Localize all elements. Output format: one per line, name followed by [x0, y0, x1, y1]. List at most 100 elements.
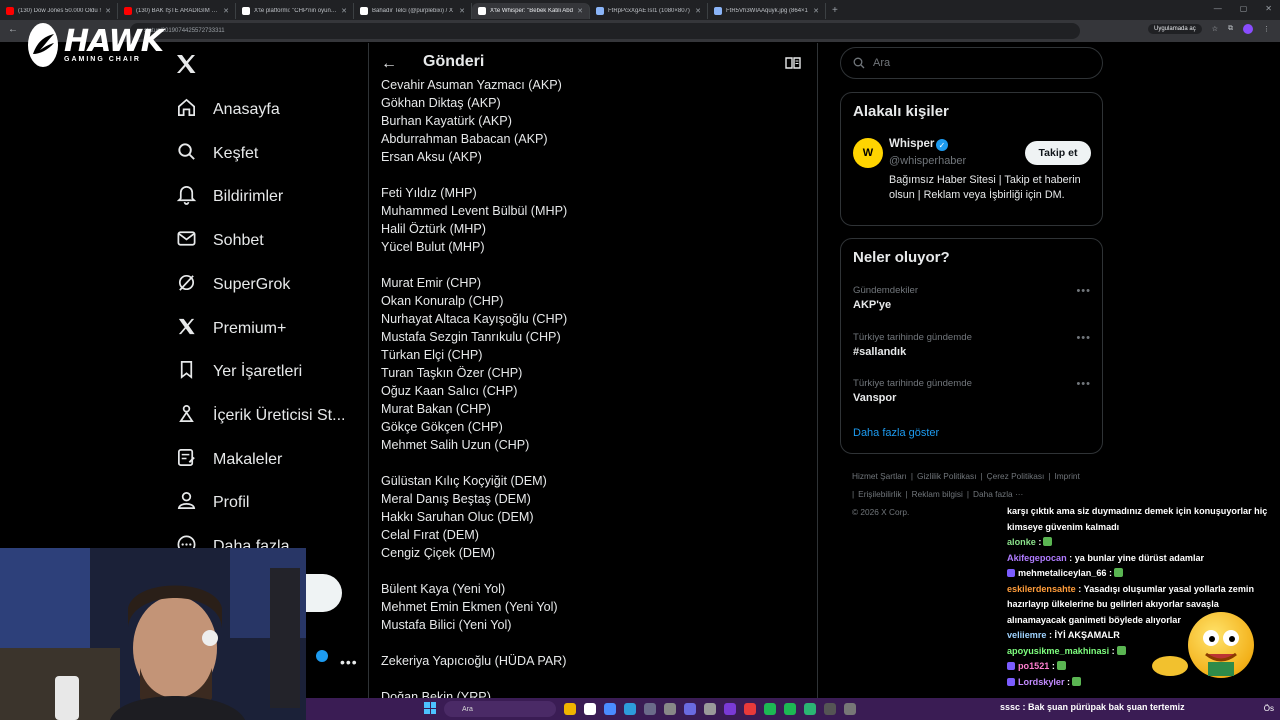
taskbar-clock: Ös	[1263, 704, 1274, 713]
browser-tab[interactable]: X'te Whisper: "Bebek Katili Abd ✕	[472, 3, 590, 19]
trend-more-icon[interactable]: •••	[1076, 332, 1091, 344]
browser-tab[interactable]: FtR5Vh3WIAAquyk.jpg (864×1 ✕	[708, 3, 826, 19]
app-icon-4[interactable]	[624, 703, 636, 715]
star-icon[interactable]: ☆	[1212, 25, 1218, 33]
streamer-webcam	[0, 548, 306, 720]
address-bar[interactable]: status/2019074425572733311	[130, 23, 1080, 39]
spotify-icon[interactable]	[764, 703, 776, 715]
footer-link[interactable]: Erişilebilirlik	[858, 489, 901, 499]
tab-close-icon[interactable]: ✕	[341, 7, 347, 15]
obs-icon[interactable]	[724, 703, 736, 715]
tab-close-icon[interactable]: ✕	[695, 7, 701, 15]
nav-item-3[interactable]: Bildirimler	[176, 184, 283, 210]
nav-item-7[interactable]: Yer İşaretleri	[176, 359, 302, 385]
discord-icon[interactable]	[684, 703, 696, 715]
app-icon-15[interactable]	[844, 703, 856, 715]
browser-tab[interactable]: (130) BAK İŞTE ARADIĞIM OYUN ✕	[118, 3, 236, 19]
extensions-icon[interactable]: ⧉	[1228, 25, 1233, 33]
address-bar-actions: Uygulamada aç ☆ ⧉ ⋮	[1148, 24, 1270, 34]
reader-mode-icon[interactable]	[785, 56, 801, 75]
chat-text: : İYİ AKŞAMALR	[1048, 630, 1120, 640]
file-explorer-icon[interactable]	[564, 703, 576, 715]
taskbar-search-label: Ara	[462, 705, 473, 713]
chat-emote-icon	[1114, 568, 1124, 577]
post-line: Gülüstan Kılıç Koçyiğit (DEM)	[381, 474, 547, 488]
tab-close-icon[interactable]: ✕	[577, 7, 583, 15]
related-account-handle[interactable]: @whisperhaber	[889, 155, 966, 167]
chat-emote-icon	[1043, 537, 1053, 546]
app-icon-6[interactable]	[664, 703, 676, 715]
chrome-icon[interactable]	[584, 703, 596, 715]
app-icon-8[interactable]	[704, 703, 716, 715]
search-icon	[853, 57, 865, 69]
footer-link[interactable]: Hizmet Şartları	[852, 471, 907, 481]
x-icon	[176, 316, 197, 342]
trend-item[interactable]: Gündemdekiler AKP'ye •••	[853, 285, 1091, 311]
new-tab-icon[interactable]: +	[832, 5, 838, 16]
footer-link[interactable]: Daha fazla ···	[973, 489, 1023, 499]
chat-emote-icon	[1056, 661, 1066, 670]
subscriber-badge-icon	[1007, 662, 1015, 670]
nav-item-9[interactable]: Makaleler	[176, 447, 282, 473]
nav-item-6[interactable]: Premium+	[176, 316, 286, 342]
taskbar-search[interactable]: Ara	[444, 701, 556, 717]
post-line: Cevahir Asuman Yazmacı (AKP)	[381, 78, 562, 92]
nav-item-5[interactable]: SuperGrok	[176, 272, 290, 298]
nav-item-10[interactable]: Profil	[176, 490, 249, 516]
tab-close-icon[interactable]: ✕	[813, 7, 819, 15]
trend-more-icon[interactable]: •••	[1076, 285, 1091, 297]
tab-close-icon[interactable]: ✕	[105, 7, 111, 15]
back-arrow-icon[interactable]: ←	[381, 55, 397, 73]
footer-link[interactable]: Reklam bilgisi	[912, 489, 963, 499]
tab-close-icon[interactable]: ✕	[223, 7, 229, 15]
x-logo-icon[interactable]	[173, 52, 199, 81]
browser-tab[interactable]: Bahadır Telci (@purplebixi) / X ✕	[354, 3, 472, 19]
tab-label: FtRpPcxXgAETsI1 (1080×807)	[608, 8, 690, 14]
footer-link[interactable]: © 2026 X Corp.	[852, 507, 909, 517]
footer-link: |	[980, 471, 983, 481]
app-icon-10[interactable]	[744, 703, 756, 715]
browser-tab[interactable]: (130) Dow Jones 50.000 Oldu ! ✕	[0, 3, 118, 19]
footer-link[interactable]: Gizlilik Politikası	[917, 471, 976, 481]
trend-more-icon[interactable]: •••	[1076, 378, 1091, 390]
tab-label: FtR5Vh3WIAAquyk.jpg (864×1	[726, 8, 808, 14]
related-account-name[interactable]: Whisper	[889, 138, 934, 150]
windows-start-icon[interactable]	[424, 702, 436, 714]
coins-emote-icon	[1152, 656, 1188, 676]
nav-item-4[interactable]: Sohbet	[176, 228, 264, 254]
app-icon-5[interactable]	[644, 703, 656, 715]
footer-link[interactable]: Imprint	[1054, 471, 1079, 481]
browser-tab[interactable]: X'te platformi: "CHP'nin oyunlar ✕	[236, 3, 354, 19]
app-icon-13[interactable]	[804, 703, 816, 715]
trend-item[interactable]: Türkiye tarihinde gündemde Vanspor •••	[853, 378, 1091, 404]
avatar[interactable]: W	[853, 138, 883, 168]
open-in-app-button[interactable]: Uygulamada aç	[1148, 24, 1202, 34]
app-icon-12[interactable]	[784, 703, 796, 715]
nav-item-8[interactable]: İçerik Üreticisi St...	[176, 403, 345, 429]
minimize-icon[interactable]: —	[1214, 4, 1222, 13]
edge-icon[interactable]	[604, 703, 616, 715]
nav-item-1[interactable]: Anasayfa	[176, 97, 280, 123]
profile-avatar[interactable]	[1243, 24, 1253, 34]
menu-icon[interactable]: ⋮	[1263, 25, 1270, 33]
app-icon-14[interactable]	[824, 703, 836, 715]
nav-item-2[interactable]: Keşfet	[176, 141, 258, 167]
chat-username: apoyusikme_makhinasi	[1007, 645, 1110, 656]
trends-title: Neler oluyor?	[853, 249, 950, 266]
related-account-bio: Bağımsız Haber Sitesi | Takip et haberin…	[889, 174, 1081, 201]
tab-close-icon[interactable]: ✕	[459, 7, 465, 15]
trend-item[interactable]: Türkiye tarihinde gündemde #sallandık •••	[853, 332, 1091, 358]
chat-text: : ya bunlar yine dürüst adamlar	[1069, 552, 1205, 563]
follow-button[interactable]: Takip et	[1025, 141, 1091, 165]
article-icon	[176, 447, 197, 473]
post-line: Hakkı Saruhan Oluc (DEM)	[381, 510, 534, 524]
back-icon[interactable]: ←	[8, 24, 18, 35]
search-input[interactable]: Ara	[840, 47, 1103, 79]
show-more-link[interactable]: Daha fazla göster	[853, 427, 939, 439]
account-more-icon[interactable]: •••	[340, 654, 358, 670]
close-icon[interactable]: ✕	[1265, 4, 1272, 13]
maximize-icon[interactable]: ▢	[1240, 4, 1248, 13]
footer-link[interactable]: Çerez Politikası	[987, 471, 1045, 481]
browser-tab[interactable]: FtRpPcxXgAETsI1 (1080×807) ✕	[590, 3, 708, 19]
tab-favicon-icon	[242, 7, 250, 15]
